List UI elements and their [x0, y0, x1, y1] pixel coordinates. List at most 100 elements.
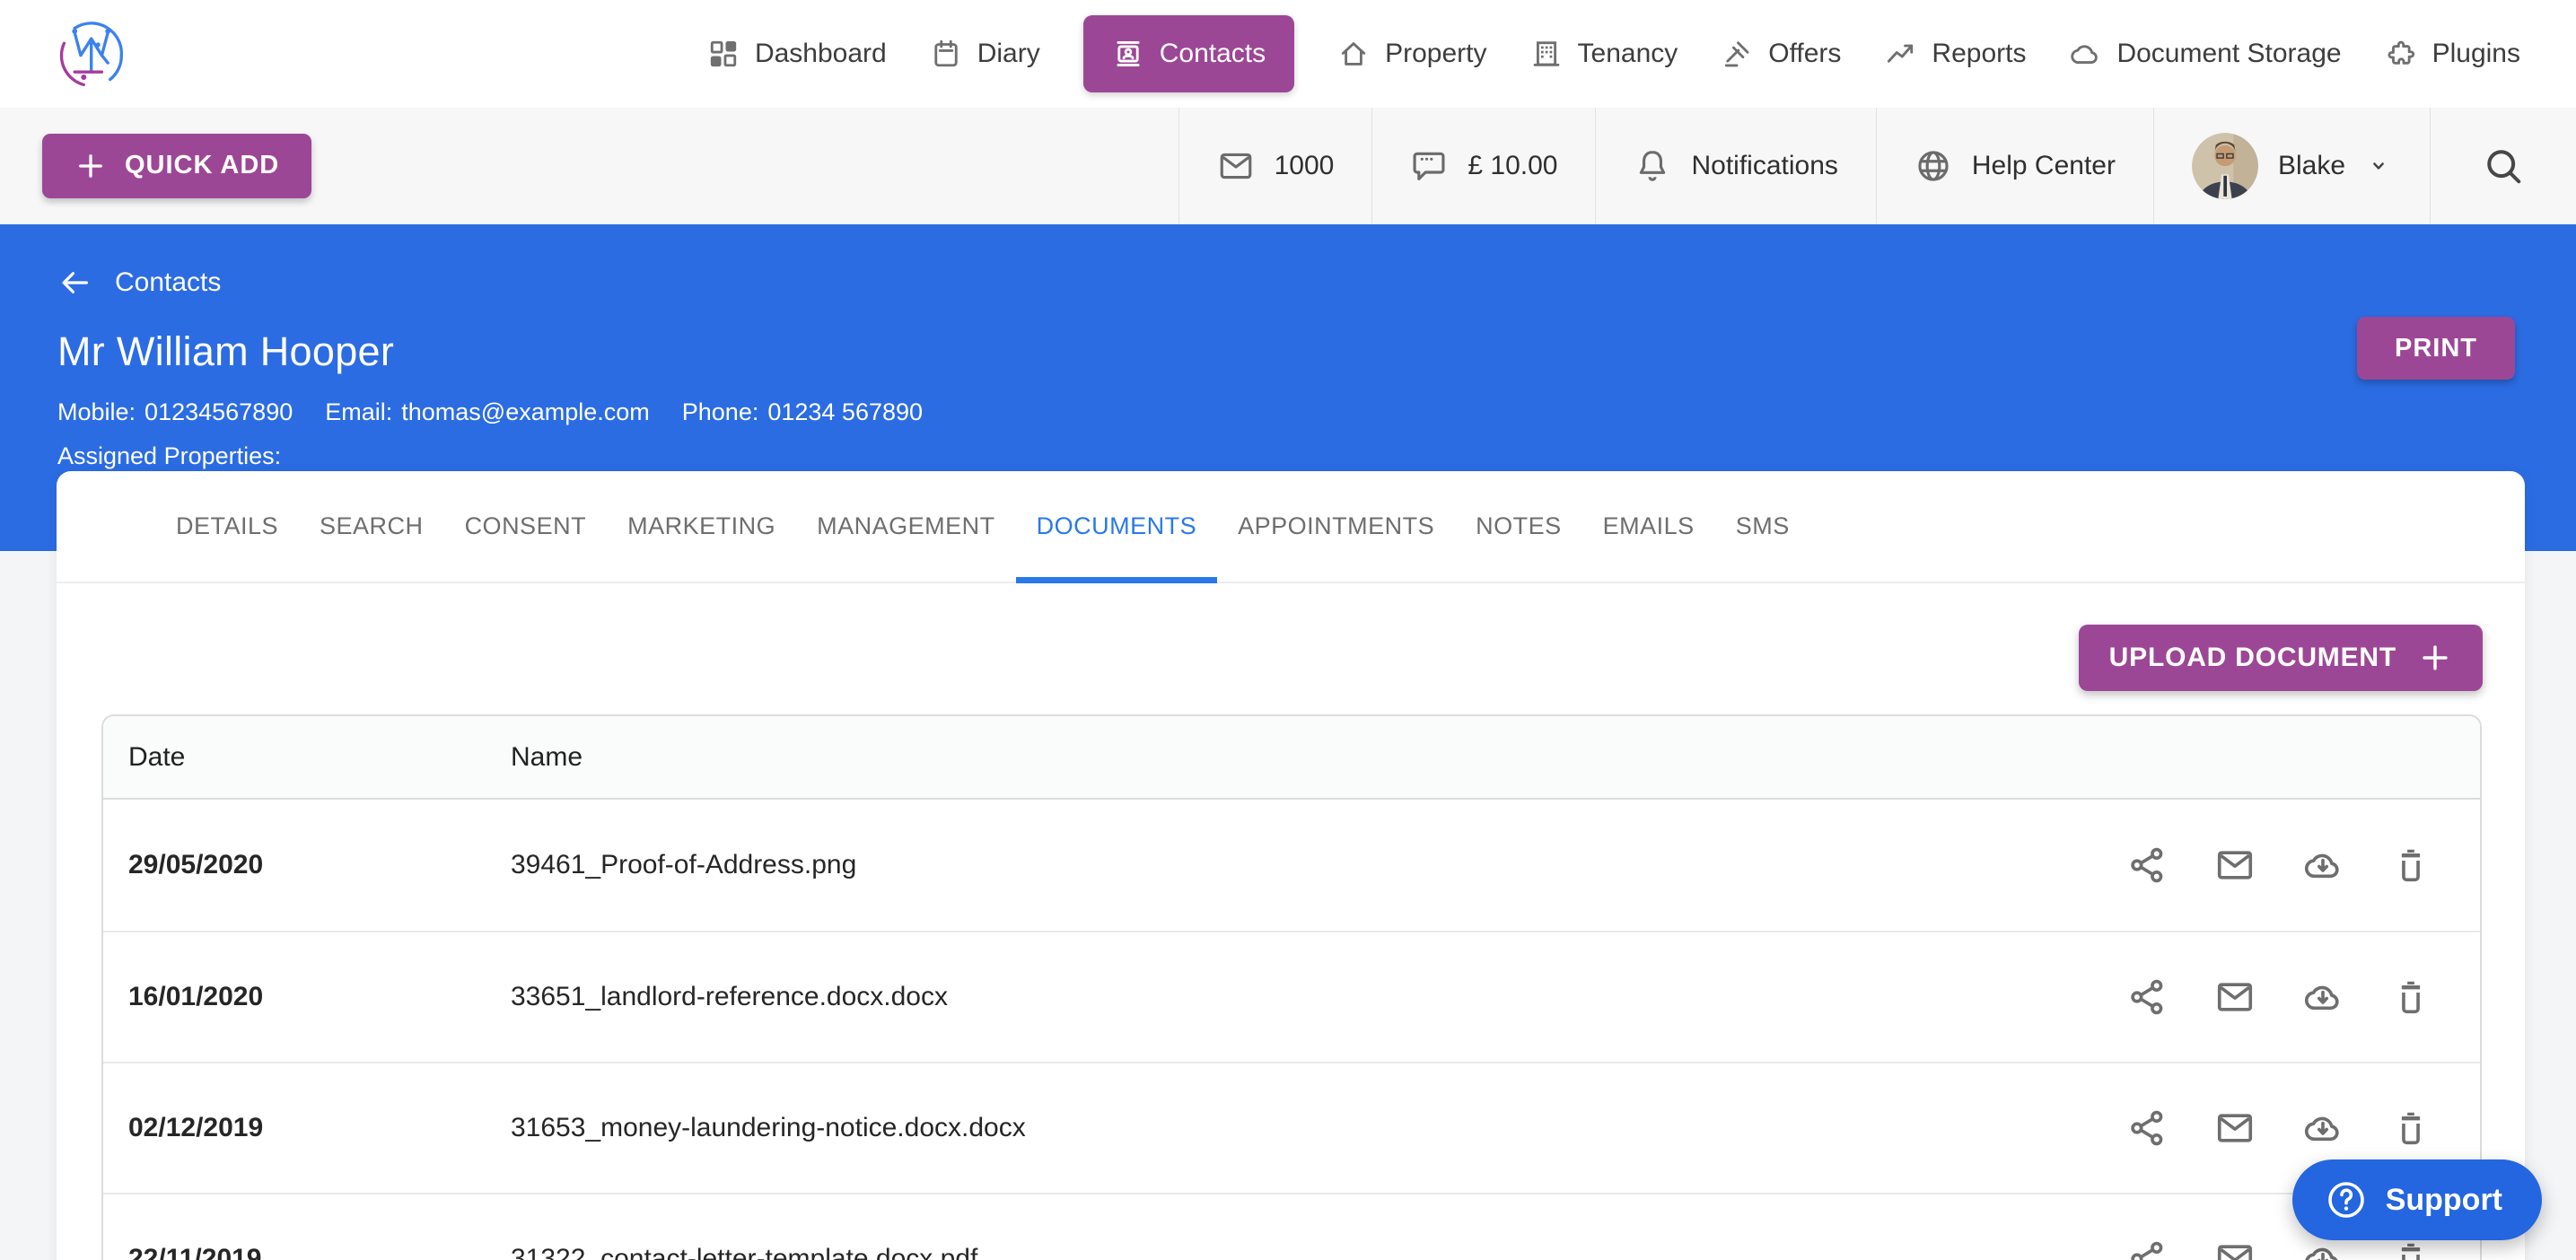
sms-balance-value: £ 10.00: [1468, 151, 1557, 181]
assigned-properties-label: Assigned Properties:: [57, 442, 2576, 470]
offers-icon: [1721, 38, 1753, 70]
contact-info-line: Mobile: 01234567890 Email: thomas@example.…: [57, 398, 2576, 426]
tab-sms[interactable]: SMS: [1715, 471, 1810, 582]
nav-item-reports[interactable]: Reports: [1884, 38, 2026, 70]
table-row: 16/01/2020 33651_landlord-reference.docx…: [103, 931, 2480, 1062]
nav-label: Plugins: [2432, 39, 2520, 69]
tab-consent[interactable]: CONSENT: [444, 471, 608, 582]
email-credits-value: 1000: [1275, 151, 1335, 181]
nav-item-diary[interactable]: Diary: [930, 38, 1040, 70]
tab-marketing[interactable]: MARKETING: [607, 471, 796, 582]
delete-icon[interactable]: [2390, 844, 2431, 886]
dashboard-icon: [707, 38, 740, 70]
nav-item-tenancy[interactable]: Tenancy: [1530, 38, 1678, 70]
tenancy-icon: [1530, 38, 1563, 70]
nav-label: Property: [1385, 39, 1486, 69]
quick-add-button[interactable]: QUICK ADD: [42, 134, 311, 198]
tab-notes[interactable]: NOTES: [1455, 471, 1582, 582]
nav-item-document-storage[interactable]: Document Storage: [2069, 38, 2341, 70]
support-label: Support: [2386, 1183, 2502, 1218]
download-icon[interactable]: [2302, 844, 2344, 886]
avatar: [2192, 133, 2258, 199]
share-icon[interactable]: [2126, 976, 2168, 1018]
nav-item-contacts[interactable]: Contacts: [1083, 15, 1294, 92]
email-document-icon[interactable]: [2214, 844, 2256, 886]
email-document-icon[interactable]: [2214, 976, 2256, 1018]
plugins-icon: [2385, 38, 2417, 70]
document-name: 39461_Proof-of-Address.png: [511, 850, 2126, 880]
nav-item-property[interactable]: Property: [1337, 38, 1486, 70]
global-search-button[interactable]: [2430, 108, 2576, 223]
share-icon[interactable]: [2126, 1107, 2168, 1149]
nav-label: Reports: [1932, 39, 2026, 69]
document-name: 31322_contact-letter-template.docx.pdf: [511, 1244, 2126, 1260]
email-document-icon[interactable]: [2214, 1107, 2256, 1149]
tab-documents[interactable]: DOCUMENTS: [1016, 471, 1218, 582]
mobile-label: Mobile:: [57, 398, 136, 426]
nav-label: Diary: [977, 39, 1040, 69]
contacts-icon: [1112, 38, 1144, 70]
email-document-icon[interactable]: [2214, 1238, 2256, 1260]
mobile-pair: Mobile: 01234567890: [57, 398, 293, 426]
top-navigation-bar: Dashboard Diary Contacts Property Tenanc…: [0, 0, 2576, 108]
plus-icon: [74, 150, 107, 182]
email-value: thomas@example.com: [401, 398, 650, 426]
delete-icon[interactable]: [2390, 1107, 2431, 1149]
document-name: 33651_landlord-reference.docx.docx: [511, 982, 2126, 1012]
contact-name: Mr William Hooper: [57, 328, 2576, 375]
upload-row: UPLOAD DOCUMENT: [57, 583, 2525, 691]
upload-document-button[interactable]: UPLOAD DOCUMENT: [2079, 625, 2483, 691]
plus-icon: [2418, 641, 2452, 675]
share-icon[interactable]: [2126, 1238, 2168, 1260]
mobile-value: 01234567890: [145, 398, 293, 426]
cloud-icon: [2069, 38, 2101, 70]
reports-icon: [1884, 38, 1916, 70]
phone-pair: Phone:01234 567890: [682, 398, 923, 426]
bell-icon: [1634, 147, 1671, 185]
nav-label: Offers: [1768, 39, 1841, 69]
nav-label: Dashboard: [755, 39, 887, 69]
envelope-icon: [1217, 147, 1255, 185]
tab-search[interactable]: SEARCH: [299, 471, 444, 582]
documents-table-header: Date Name: [103, 716, 2480, 800]
print-button[interactable]: PRINT: [2357, 317, 2515, 380]
table-row: 02/12/2019 31653_money-laundering-notice…: [103, 1062, 2480, 1193]
delete-icon[interactable]: [2390, 1238, 2431, 1260]
row-actions: [2126, 1107, 2480, 1149]
download-icon[interactable]: [2302, 1238, 2344, 1260]
column-header-date: Date: [103, 742, 511, 773]
document-name: 31653_money-laundering-notice.docx.docx: [511, 1113, 2126, 1143]
tab-emails[interactable]: EMAILS: [1582, 471, 1715, 582]
property-icon: [1337, 38, 1370, 70]
nav-item-offers[interactable]: Offers: [1721, 38, 1841, 70]
user-name: Blake: [2278, 151, 2345, 181]
contact-tabs: DETAILS SEARCH CONSENT MARKETING MANAGEM…: [57, 471, 2525, 583]
brand-logo-icon[interactable]: [52, 16, 127, 92]
help-center-button[interactable]: Help Center: [1876, 108, 2153, 223]
chat-bubble-icon: [1410, 147, 1448, 185]
email-credits[interactable]: 1000: [1178, 108, 1372, 223]
tab-appointments[interactable]: APPOINTMENTS: [1217, 471, 1455, 582]
quick-add-label: QUICK ADD: [125, 151, 279, 180]
email-pair: Email: thomas@example.com: [325, 398, 650, 426]
phone-value: 01234 567890: [767, 398, 923, 426]
download-icon[interactable]: [2302, 976, 2344, 1018]
email-label: Email:: [325, 398, 392, 426]
document-date: 22/11/2019: [103, 1244, 511, 1260]
download-icon[interactable]: [2302, 1107, 2344, 1149]
upload-document-label: UPLOAD DOCUMENT: [2109, 643, 2396, 673]
secondary-toolbar: QUICK ADD 1000 £ 10.00 Notifications Hel…: [0, 108, 2576, 224]
support-button[interactable]: Support: [2292, 1159, 2542, 1240]
tab-management[interactable]: MANAGEMENT: [796, 471, 1016, 582]
back-link[interactable]: Contacts: [57, 266, 221, 300]
document-date: 02/12/2019: [103, 1113, 511, 1143]
nav-item-plugins[interactable]: Plugins: [2385, 38, 2520, 70]
share-icon[interactable]: [2126, 844, 2168, 886]
user-menu[interactable]: Blake: [2153, 108, 2430, 223]
sms-balance[interactable]: £ 10.00: [1371, 108, 1595, 223]
notifications-button[interactable]: Notifications: [1595, 108, 1875, 223]
nav-item-dashboard[interactable]: Dashboard: [707, 38, 887, 70]
delete-icon[interactable]: [2390, 976, 2431, 1018]
chevron-down-icon: [2365, 153, 2392, 179]
tab-details[interactable]: DETAILS: [155, 471, 299, 582]
